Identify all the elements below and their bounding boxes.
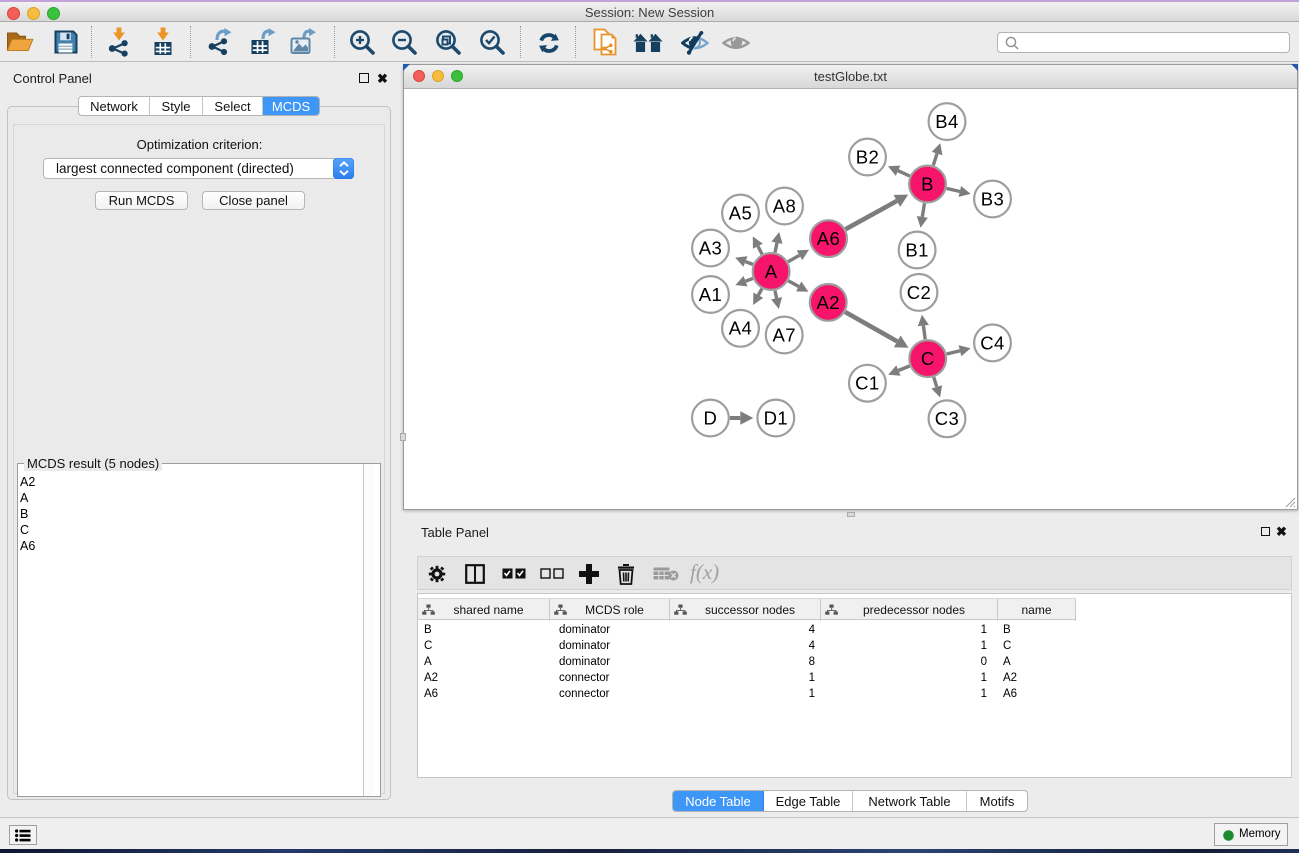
svg-text:C2: C2 — [907, 282, 931, 303]
svg-text:A2: A2 — [816, 292, 839, 313]
svg-text:D: D — [704, 407, 718, 428]
svg-text:A3: A3 — [699, 237, 722, 258]
svg-text:A5: A5 — [729, 202, 752, 223]
svg-text:B1: B1 — [905, 239, 928, 260]
svg-text:C3: C3 — [935, 408, 959, 429]
svg-text:B2: B2 — [856, 146, 879, 167]
svg-text:B3: B3 — [981, 188, 1004, 209]
svg-text:D1: D1 — [764, 407, 788, 428]
svg-text:B4: B4 — [935, 111, 958, 132]
svg-text:A8: A8 — [773, 195, 796, 216]
svg-text:A4: A4 — [729, 318, 752, 339]
svg-text:A6: A6 — [817, 228, 840, 249]
svg-text:C: C — [921, 348, 935, 369]
svg-text:C1: C1 — [855, 373, 879, 394]
svg-text:A7: A7 — [772, 324, 795, 345]
svg-text:C4: C4 — [980, 332, 1004, 353]
svg-text:B: B — [921, 173, 934, 194]
svg-text:A1: A1 — [699, 284, 722, 305]
svg-text:A: A — [765, 261, 778, 282]
